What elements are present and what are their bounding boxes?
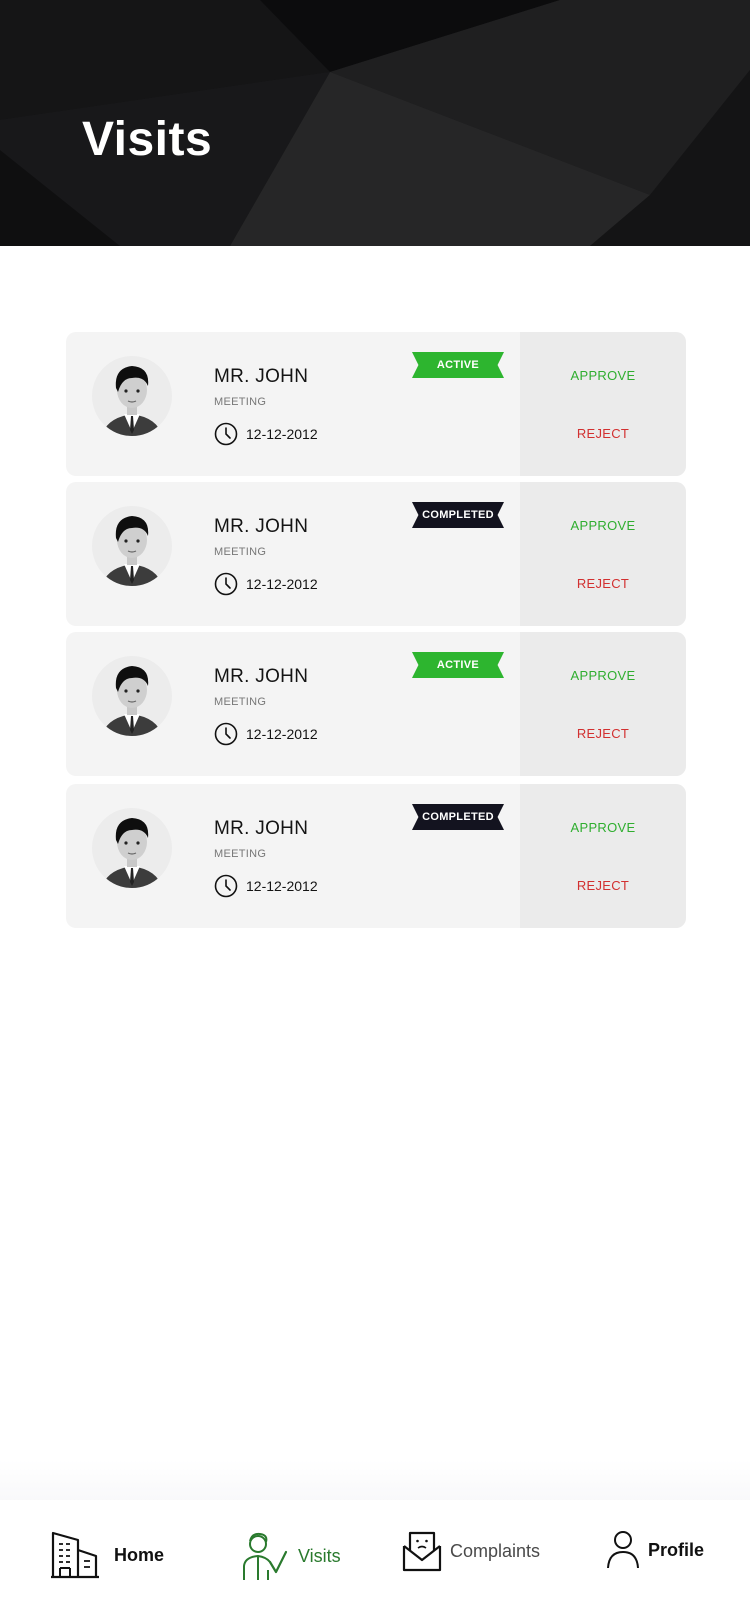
avatar (92, 356, 172, 436)
status-badge: ACTIVE (412, 352, 504, 378)
person-icon (607, 1531, 639, 1569)
status-badge: COMPLETED (412, 502, 504, 528)
visit-date: 12-12-2012 (246, 576, 318, 592)
page-title: Visits (82, 113, 213, 166)
visit-date-row: 12-12-2012 (214, 874, 318, 898)
bottom-nav-shadow (0, 1460, 750, 1500)
nav-item-home[interactable]: Home (50, 1530, 164, 1580)
visitor-icon (243, 1532, 288, 1580)
visit-date: 12-12-2012 (246, 726, 318, 742)
bottom-nav: Home Visits Complaints Profile (0, 1500, 750, 1624)
action-panel: APPROVE REJECT (520, 632, 686, 776)
visit-date-row: 12-12-2012 (214, 422, 318, 446)
nav-item-visits[interactable]: Visits (240, 1530, 341, 1582)
action-panel: APPROVE REJECT (520, 332, 686, 476)
nav-item-profile[interactable]: Profile (606, 1530, 704, 1570)
avatar (92, 656, 172, 736)
nav-label-complaints: Complaints (450, 1540, 541, 1561)
avatar-person-icon (102, 516, 162, 586)
approve-button[interactable]: APPROVE (520, 820, 686, 835)
reject-button[interactable]: REJECT (520, 726, 686, 741)
avatar (92, 506, 172, 586)
action-panel: APPROVE REJECT (520, 482, 686, 626)
visit-purpose: MEETING (214, 696, 267, 708)
visitor-name: MR. JOHN (214, 666, 309, 687)
visit-card[interactable]: MR. JOHN MEETING 12-12-2012 ACTIVE APPRO… (66, 632, 686, 776)
status-badge: ACTIVE (412, 652, 504, 678)
approve-button[interactable]: APPROVE (520, 668, 686, 683)
clock-icon (214, 422, 238, 446)
nav-label-home: Home (114, 1544, 165, 1565)
visit-date: 12-12-2012 (246, 426, 318, 442)
clock-icon (214, 722, 238, 746)
avatar-person-icon (102, 818, 162, 888)
visit-purpose: MEETING (214, 396, 267, 408)
clock-icon (214, 874, 238, 898)
visit-card[interactable]: MR. JOHN MEETING 12-12-2012 ACTIVE APPRO… (66, 332, 686, 476)
envelope-icon (402, 1531, 442, 1572)
avatar-person-icon (102, 366, 162, 436)
visitor-name: MR. JOHN (214, 818, 309, 839)
visit-date-row: 12-12-2012 (214, 572, 318, 596)
reject-button[interactable]: REJECT (520, 576, 686, 591)
header-banner: Visits (0, 0, 750, 246)
nav-label-visits: Visits (298, 1545, 341, 1566)
nav-label-profile: Profile (648, 1539, 705, 1560)
reject-button[interactable]: REJECT (520, 426, 686, 441)
reject-button[interactable]: REJECT (520, 878, 686, 893)
nav-item-complaints[interactable]: Complaints (402, 1530, 540, 1572)
visit-list: MR. JOHN MEETING 12-12-2012 ACTIVE APPRO… (66, 332, 686, 934)
visit-purpose: MEETING (214, 848, 267, 860)
visit-purpose: MEETING (214, 546, 267, 558)
visit-card[interactable]: MR. JOHN MEETING 12-12-2012 COMPLETED AP… (66, 784, 686, 928)
avatar-person-icon (102, 666, 162, 736)
status-badge: COMPLETED (412, 804, 504, 830)
visitor-name: MR. JOHN (214, 366, 309, 387)
approve-button[interactable]: APPROVE (520, 368, 686, 383)
visit-card[interactable]: MR. JOHN MEETING 12-12-2012 COMPLETED AP… (66, 482, 686, 626)
avatar (92, 808, 172, 888)
visit-date: 12-12-2012 (246, 878, 318, 894)
visitor-name: MR. JOHN (214, 516, 309, 537)
visit-date-row: 12-12-2012 (214, 722, 318, 746)
action-panel: APPROVE REJECT (520, 784, 686, 928)
building-icon (51, 1531, 99, 1579)
approve-button[interactable]: APPROVE (520, 518, 686, 533)
clock-icon (214, 572, 238, 596)
